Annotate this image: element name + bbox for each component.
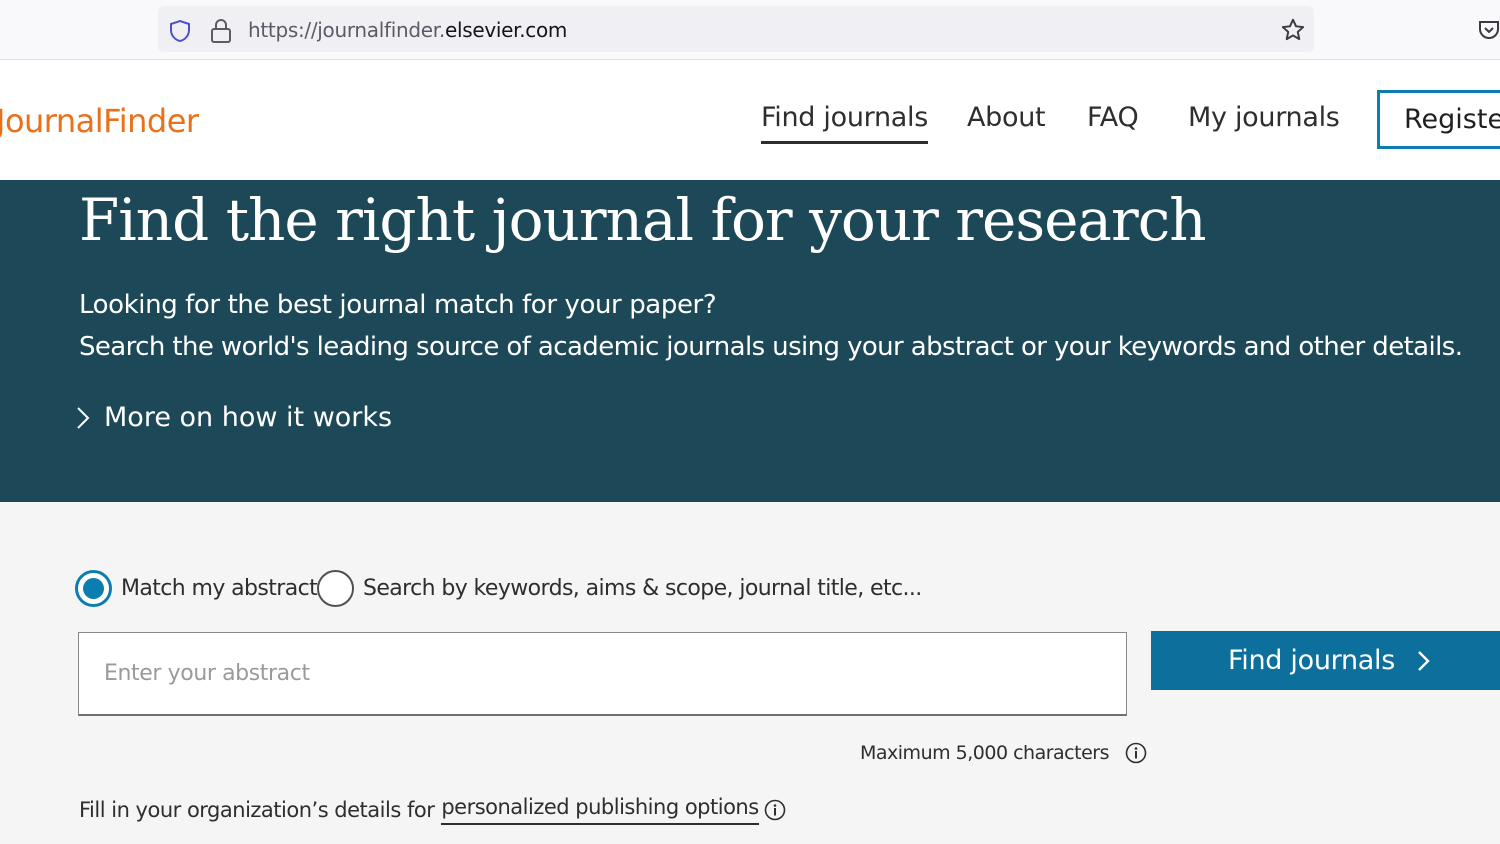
abstract-input[interactable] <box>78 632 1127 716</box>
info-icon[interactable] <box>764 799 786 821</box>
register-button[interactable]: Register <box>1377 90 1500 149</box>
browser-toolbar: https://journalfinder.elsevier.com <box>0 0 1500 60</box>
journalfinder-logo[interactable]: JournalFinder <box>0 102 199 140</box>
radio-button-checked[interactable] <box>75 569 112 607</box>
site-header: JournalFinder Find journals About FAQ My… <box>0 60 1500 180</box>
max-characters-text: Maximum 5,000 characters <box>860 742 1109 764</box>
more-on-how-it-works-link[interactable]: More on how it works <box>76 402 392 433</box>
nav-my-journals[interactable]: My journals <box>1188 102 1340 133</box>
url-text[interactable]: https://journalfinder.elsevier.com <box>248 18 567 42</box>
chevron-right-icon <box>77 406 90 429</box>
hero-intro-description: Search the world's leading source of aca… <box>79 332 1463 362</box>
chevron-right-icon <box>1418 650 1430 671</box>
find-journals-button[interactable]: Find journals <box>1151 631 1500 690</box>
nav-about[interactable]: About <box>967 102 1046 133</box>
radio-search-keywords[interactable]: Search by keywords, aims & scope, journa… <box>317 569 922 607</box>
radio-button-unchecked[interactable] <box>317 569 354 607</box>
organization-prompt-text: Fill in your organization’s details for <box>79 798 435 822</box>
radio-label-abstract: Match my abstract <box>121 575 318 601</box>
url-prefix: https://journalfinder. <box>248 18 445 42</box>
url-host: elsevier.com <box>444 18 568 42</box>
lock-icon[interactable] <box>209 18 233 44</box>
radio-label-keywords: Search by keywords, aims & scope, journa… <box>363 575 922 601</box>
max-characters-hint: Maximum 5,000 characters <box>860 742 1147 764</box>
find-journals-button-label: Find journals <box>1228 645 1395 676</box>
nav-find-journals[interactable]: Find journals <box>761 102 928 144</box>
shield-icon[interactable] <box>168 19 192 43</box>
hero-banner: Find the right journal for your research… <box>0 180 1500 502</box>
organization-details-prompt: Fill in your organization’s details for … <box>79 795 786 825</box>
page-title: Find the right journal for your research <box>79 186 1207 254</box>
star-icon[interactable] <box>1280 17 1306 43</box>
more-link-label: More on how it works <box>104 402 393 433</box>
info-icon[interactable] <box>1125 742 1147 764</box>
radio-match-abstract[interactable]: Match my abstract <box>75 569 318 607</box>
personalized-publishing-options-link[interactable]: personalized publishing options <box>441 795 759 825</box>
nav-faq[interactable]: FAQ <box>1087 102 1139 133</box>
hero-intro-question: Looking for the best journal match for y… <box>79 290 717 320</box>
pocket-icon[interactable] <box>1477 19 1500 41</box>
